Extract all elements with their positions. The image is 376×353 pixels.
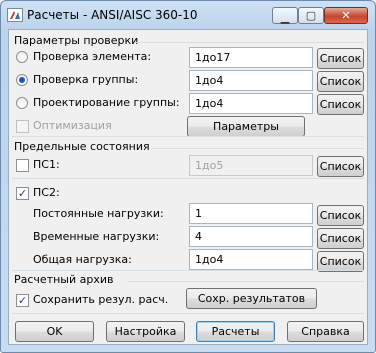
section-divider xyxy=(12,136,364,137)
group-design-list-button[interactable]: Список xyxy=(317,94,364,115)
element-check-input[interactable]: 1до17 xyxy=(189,47,313,68)
total-load-list-button[interactable]: Список xyxy=(317,251,364,272)
section-divider xyxy=(12,313,364,314)
maximize-icon: ▢ xyxy=(305,9,317,22)
close-icon: ✕ xyxy=(341,9,351,22)
maximize-button[interactable]: ▢ xyxy=(298,7,324,24)
group-check-input[interactable]: 1до4 xyxy=(189,70,313,91)
group-design-input[interactable]: 1до4 xyxy=(189,93,313,114)
temporary-loads-input[interactable]: 4 xyxy=(189,226,313,247)
dialog-window: Расчеты - ANSI/AISC 360-10 ▁ ▢ ✕ Парамет… xyxy=(0,0,376,353)
save-results-button[interactable]: Сохр. результатов xyxy=(186,288,317,309)
setup-button[interactable]: Настройка xyxy=(106,321,185,342)
element-check-radio[interactable] xyxy=(16,51,28,63)
dialog-client-area: Параметры проверки Проверка элемента: 1д… xyxy=(8,29,368,345)
calculations-button[interactable]: Расчеты xyxy=(196,321,275,342)
section-divider xyxy=(127,281,364,282)
element-check-label[interactable]: Проверка элемента: xyxy=(33,50,151,63)
save-results-checkbox[interactable]: ✓ xyxy=(16,294,29,307)
ps1-list-button[interactable]: Список xyxy=(317,156,364,177)
permanent-loads-input[interactable]: 1 xyxy=(189,203,313,224)
total-load-input[interactable]: 1до4 xyxy=(189,249,313,270)
help-button[interactable]: Справка xyxy=(287,321,364,342)
optimization-label: Оптимизация xyxy=(33,119,112,132)
parameters-button[interactable]: Параметры xyxy=(187,116,305,137)
section-divider xyxy=(135,42,364,43)
element-list-button[interactable]: Список xyxy=(317,48,364,69)
group-design-label[interactable]: Проектирование группы: xyxy=(33,96,180,109)
temporary-loads-label: Временные нагрузки: xyxy=(33,230,160,243)
app-icon xyxy=(7,8,23,22)
close-button[interactable]: ✕ xyxy=(324,7,368,24)
ps1-label[interactable]: ПС1: xyxy=(33,158,60,171)
window-title: Расчеты - ANSI/AISC 360-10 xyxy=(27,8,198,22)
archive-title: Расчетный архив xyxy=(14,273,114,286)
ok-button[interactable]: OK xyxy=(15,321,94,342)
check-params-title: Параметры проверки xyxy=(14,34,139,47)
permanent-loads-list-button[interactable]: Список xyxy=(317,205,364,226)
limit-states-title: Предельные состояния xyxy=(14,140,150,153)
section-divider xyxy=(12,270,364,271)
group-design-radio[interactable] xyxy=(16,97,28,109)
minimize-button[interactable]: ▁ xyxy=(272,7,298,24)
group-check-label[interactable]: Проверка группы: xyxy=(33,73,138,86)
temporary-loads-list-button[interactable]: Список xyxy=(317,228,364,249)
section-divider xyxy=(12,178,364,179)
permanent-loads-label: Постоянные нагрузки: xyxy=(33,207,164,220)
total-load-label: Общая нагрузка: xyxy=(33,253,132,266)
section-divider xyxy=(151,148,364,149)
group-check-radio[interactable] xyxy=(16,74,28,86)
ps1-checkbox[interactable] xyxy=(16,159,29,172)
minimize-icon: ▁ xyxy=(280,11,290,24)
optimization-checkbox[interactable] xyxy=(16,120,29,133)
ps2-checkbox[interactable]: ✓ xyxy=(16,187,29,200)
save-results-label[interactable]: Сохранить резул. расч. xyxy=(33,293,168,306)
title-bar[interactable]: Расчеты - ANSI/AISC 360-10 ▁ ▢ ✕ xyxy=(1,1,375,29)
ps1-input: 1до5 xyxy=(189,155,313,176)
ps2-label[interactable]: ПС2: xyxy=(33,186,60,199)
group-list-button[interactable]: Список xyxy=(317,71,364,92)
